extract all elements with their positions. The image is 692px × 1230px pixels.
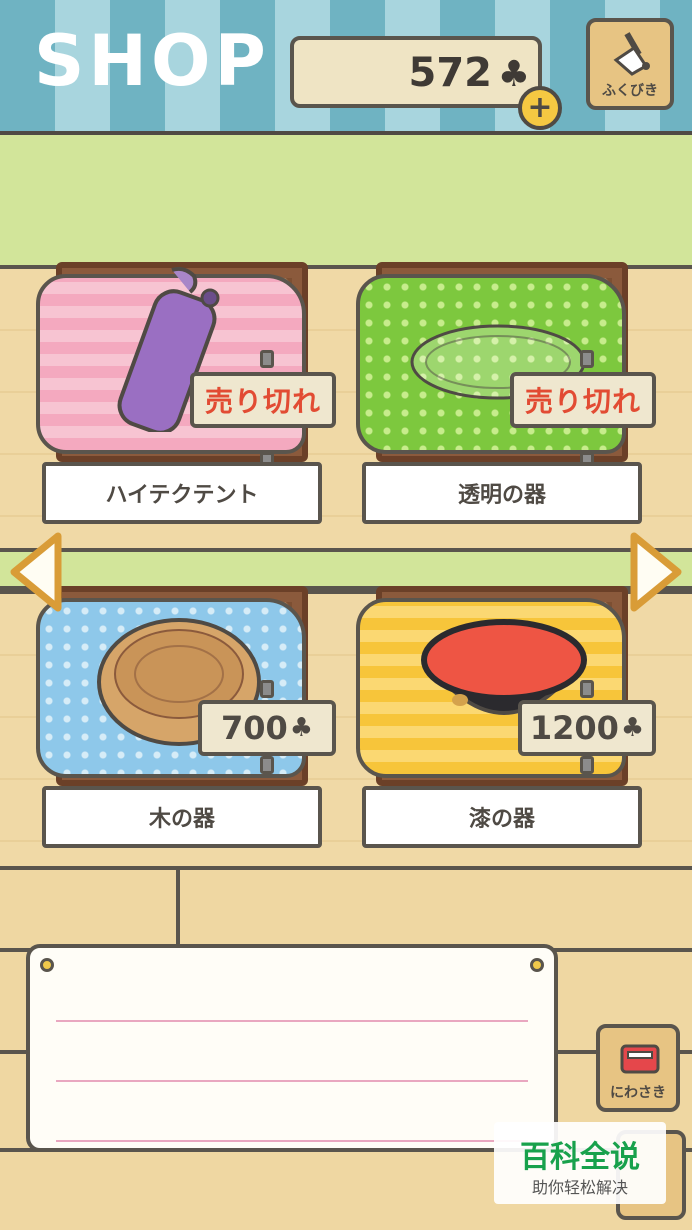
sold-out-tag: 売り切れ <box>190 372 336 428</box>
clover-icon: ♣ <box>620 713 645 743</box>
lottery-button[interactable]: ふくびき <box>586 18 674 110</box>
shop-wall <box>0 135 692 265</box>
shop-item-lacquer-bowl[interactable]: 1200 ♣ 漆の器 <box>356 586 656 861</box>
garden-button[interactable]: にわさき <box>596 1024 680 1112</box>
watermark-title: 百科全说 <box>520 1140 640 1175</box>
shop-item-clear-bowl[interactable]: 売り切れ 透明の器 <box>356 262 656 537</box>
page-title: SHOP <box>34 20 270 102</box>
price-value: 1200 <box>529 709 619 747</box>
item-name: 木の器 <box>42 786 322 848</box>
price-tag: 700 ♣ <box>198 700 336 756</box>
shop-item-hightech-tent[interactable]: 売り切れ ハイテクテント <box>36 262 336 537</box>
shelf-divider <box>0 548 692 590</box>
clover-icon: ♣ <box>289 713 314 743</box>
watermark: 百科全说 助你轻松解决 <box>494 1122 666 1204</box>
watermark-subtitle: 助你轻松解决 <box>531 1178 628 1197</box>
bell-icon <box>613 32 650 76</box>
message-board <box>26 944 558 1152</box>
price-tag: 1200 ♣ <box>518 700 656 756</box>
coin-balance: 572 ♣ <box>290 36 542 108</box>
item-name: 漆の器 <box>362 786 642 848</box>
prev-page-arrow-icon[interactable] <box>8 530 64 614</box>
add-coins-button[interactable]: + <box>518 86 562 130</box>
sold-out-tag: 売り切れ <box>510 372 656 428</box>
price-value: 700 <box>220 709 288 747</box>
lottery-label: ふくびき <box>602 83 658 99</box>
coin-value: 572 <box>408 50 493 96</box>
item-name: 透明の器 <box>362 462 642 524</box>
garden-label: にわさき <box>610 1085 666 1101</box>
mailbox-icon <box>620 1044 660 1074</box>
item-name: ハイテクテント <box>42 462 322 524</box>
shop-item-wooden-bowl[interactable]: 700 ♣ 木の器 <box>36 586 336 861</box>
shop-header: SHOP 572 ♣ + ふくびき <box>0 0 692 135</box>
clover-icon: ♣ <box>497 54 530 95</box>
next-page-arrow-icon[interactable] <box>628 530 684 614</box>
